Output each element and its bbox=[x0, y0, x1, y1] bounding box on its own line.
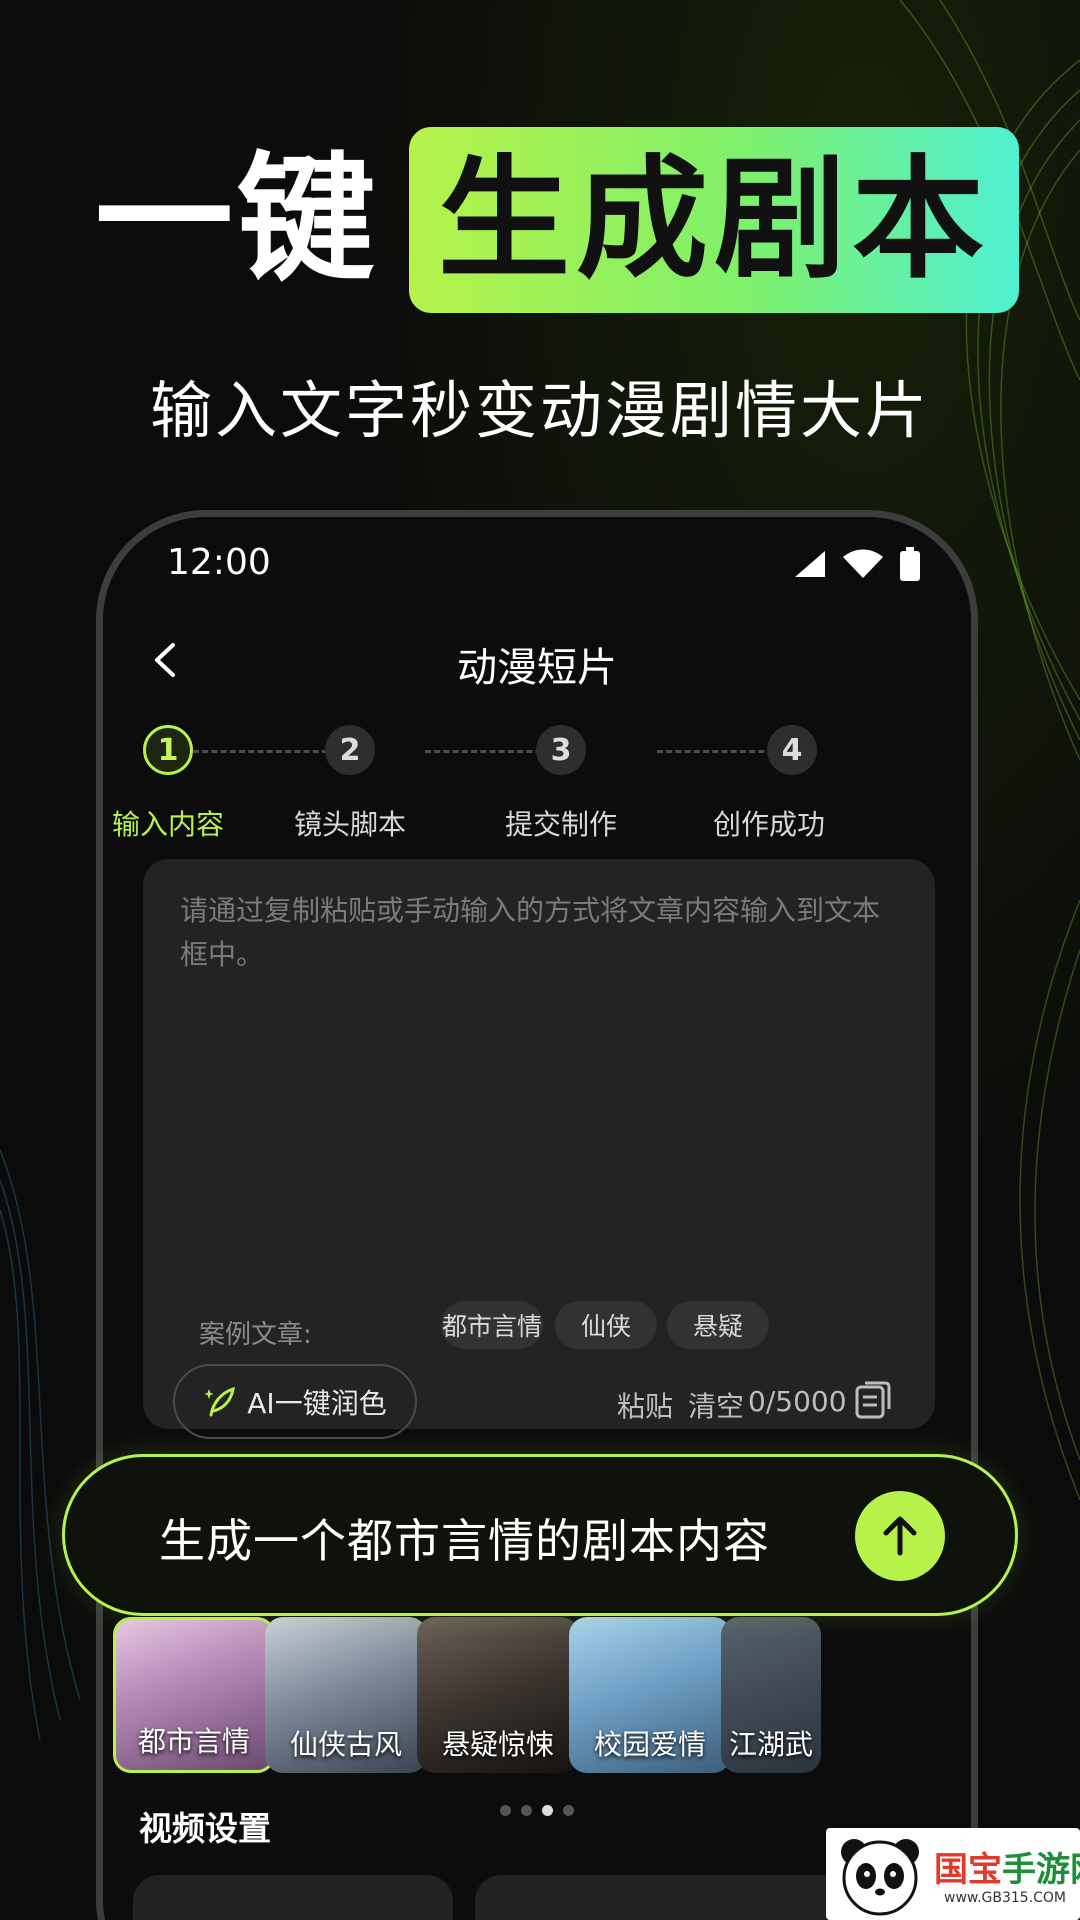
style-thumb-urban-romance[interactable]: 都市言情 bbox=[113, 1617, 275, 1773]
step-3-label: 提交制作 bbox=[504, 808, 618, 841]
wifi-icon bbox=[843, 549, 883, 578]
watermark-url: www.GB315.COM bbox=[944, 1890, 1067, 1906]
clear-button[interactable]: 清空 bbox=[688, 1385, 744, 1425]
status-icons bbox=[793, 547, 921, 581]
examples-label: 案例文章: bbox=[199, 1320, 312, 1350]
step-1-label: 输入内容 bbox=[111, 808, 225, 841]
style-label: 江湖武 bbox=[728, 1728, 813, 1761]
style-thumb-suspense[interactable]: 悬疑惊悚 bbox=[417, 1617, 579, 1773]
style-thumb-campus[interactable]: 校园爱情 bbox=[569, 1617, 731, 1773]
carousel-dot[interactable] bbox=[563, 1805, 574, 1816]
hero-title-highlight-box: 生成剧本 bbox=[409, 127, 1020, 313]
prompt-text[interactable]: 生成一个都市言情的剧本内容 bbox=[159, 1505, 770, 1571]
step-2-label: 镜头脚本 bbox=[293, 808, 407, 841]
style-thumb-xianxia[interactable]: 仙侠古风 bbox=[265, 1617, 427, 1773]
example-tag-suspense[interactable]: 悬疑 bbox=[667, 1301, 769, 1349]
watermark: 国宝手游网 www.GB315.COM bbox=[826, 1828, 1080, 1920]
app-store-screenshot: { "hero": { "title_plain": "一键", "title_… bbox=[0, 0, 1080, 1920]
carousel-dots bbox=[500, 1805, 574, 1816]
progress-steps: 1 2 3 4 输入内容 镜头脚本 提交制作 创作成功 bbox=[103, 725, 971, 845]
watermark-brand-b: 手游网 bbox=[1002, 1850, 1080, 1890]
watermark-brand-a: 国宝 bbox=[934, 1850, 1002, 1890]
watermark-brand: 国宝手游网 bbox=[934, 1842, 1080, 1891]
paste-button[interactable]: 粘贴 bbox=[617, 1385, 673, 1425]
leaf-sparkle-icon bbox=[204, 1386, 236, 1416]
arrow-up-icon bbox=[883, 1516, 917, 1556]
content-editor[interactable]: 请通过复制粘贴或手动输入的方式将文章内容输入到文本框中。 案例文章: 都市言情 … bbox=[143, 859, 935, 1439]
hero-title-highlight: 生成剧本 bbox=[438, 143, 991, 297]
signal-icon bbox=[795, 551, 825, 577]
step-connector bbox=[193, 750, 328, 753]
status-time: 12:00 bbox=[167, 542, 271, 583]
video-settings-title: 视频设置 bbox=[139, 1809, 271, 1848]
style-thumbnails: 都市言情 仙侠古风 悬疑惊悚 校园爱情 江湖武 bbox=[113, 1617, 971, 1787]
page-title: 动漫短片 bbox=[457, 645, 617, 691]
step-2-circle: 2 bbox=[325, 725, 375, 775]
copy-icon[interactable] bbox=[855, 1381, 891, 1419]
example-tag-urban-romance[interactable]: 都市言情 bbox=[441, 1301, 543, 1349]
nav-bar: 动漫短片 bbox=[103, 627, 971, 697]
style-thumb-jianghu[interactable]: 江湖武 bbox=[721, 1617, 821, 1773]
phone-screen: 12:00 动漫短片 1 2 3 4 输入内容 镜头脚本 提交制作 创作成功 请… bbox=[103, 517, 971, 1920]
example-tag-xianxia[interactable]: 仙侠 bbox=[555, 1301, 657, 1349]
step-4-circle: 4 bbox=[767, 725, 817, 775]
ai-polish-label: AI一键润色 bbox=[247, 1386, 387, 1420]
step-1-circle: 1 bbox=[143, 725, 193, 775]
carousel-dot[interactable] bbox=[500, 1805, 511, 1816]
editor-placeholder[interactable]: 请通过复制粘贴或手动输入的方式将文章内容输入到文本框中。 bbox=[180, 889, 900, 977]
step-3-circle: 3 bbox=[536, 725, 586, 775]
hero-title-plain: 一键 bbox=[95, 139, 380, 300]
style-label: 都市言情 bbox=[137, 1725, 250, 1758]
panda-logo-icon bbox=[841, 1839, 919, 1916]
char-counter: 0/5000 bbox=[748, 1385, 847, 1418]
setting-card[interactable] bbox=[133, 1875, 453, 1920]
hero-subtitle: 输入文字秒变动漫剧情大片 bbox=[149, 374, 930, 447]
hero-title: 一键 生成剧本 bbox=[95, 125, 1020, 315]
style-label: 校园爱情 bbox=[593, 1728, 706, 1761]
carousel-dot[interactable] bbox=[521, 1805, 532, 1816]
send-button[interactable] bbox=[855, 1491, 945, 1581]
step-4-label: 创作成功 bbox=[712, 808, 826, 841]
carousel-dot-active[interactable] bbox=[542, 1805, 553, 1816]
ai-polish-button[interactable]: AI一键润色 bbox=[173, 1364, 417, 1439]
battery-icon bbox=[900, 547, 920, 581]
style-label: 悬疑惊悚 bbox=[441, 1728, 554, 1761]
prompt-bar[interactable]: 生成一个都市言情的剧本内容 bbox=[62, 1454, 1018, 1616]
style-label: 仙侠古风 bbox=[289, 1728, 402, 1761]
